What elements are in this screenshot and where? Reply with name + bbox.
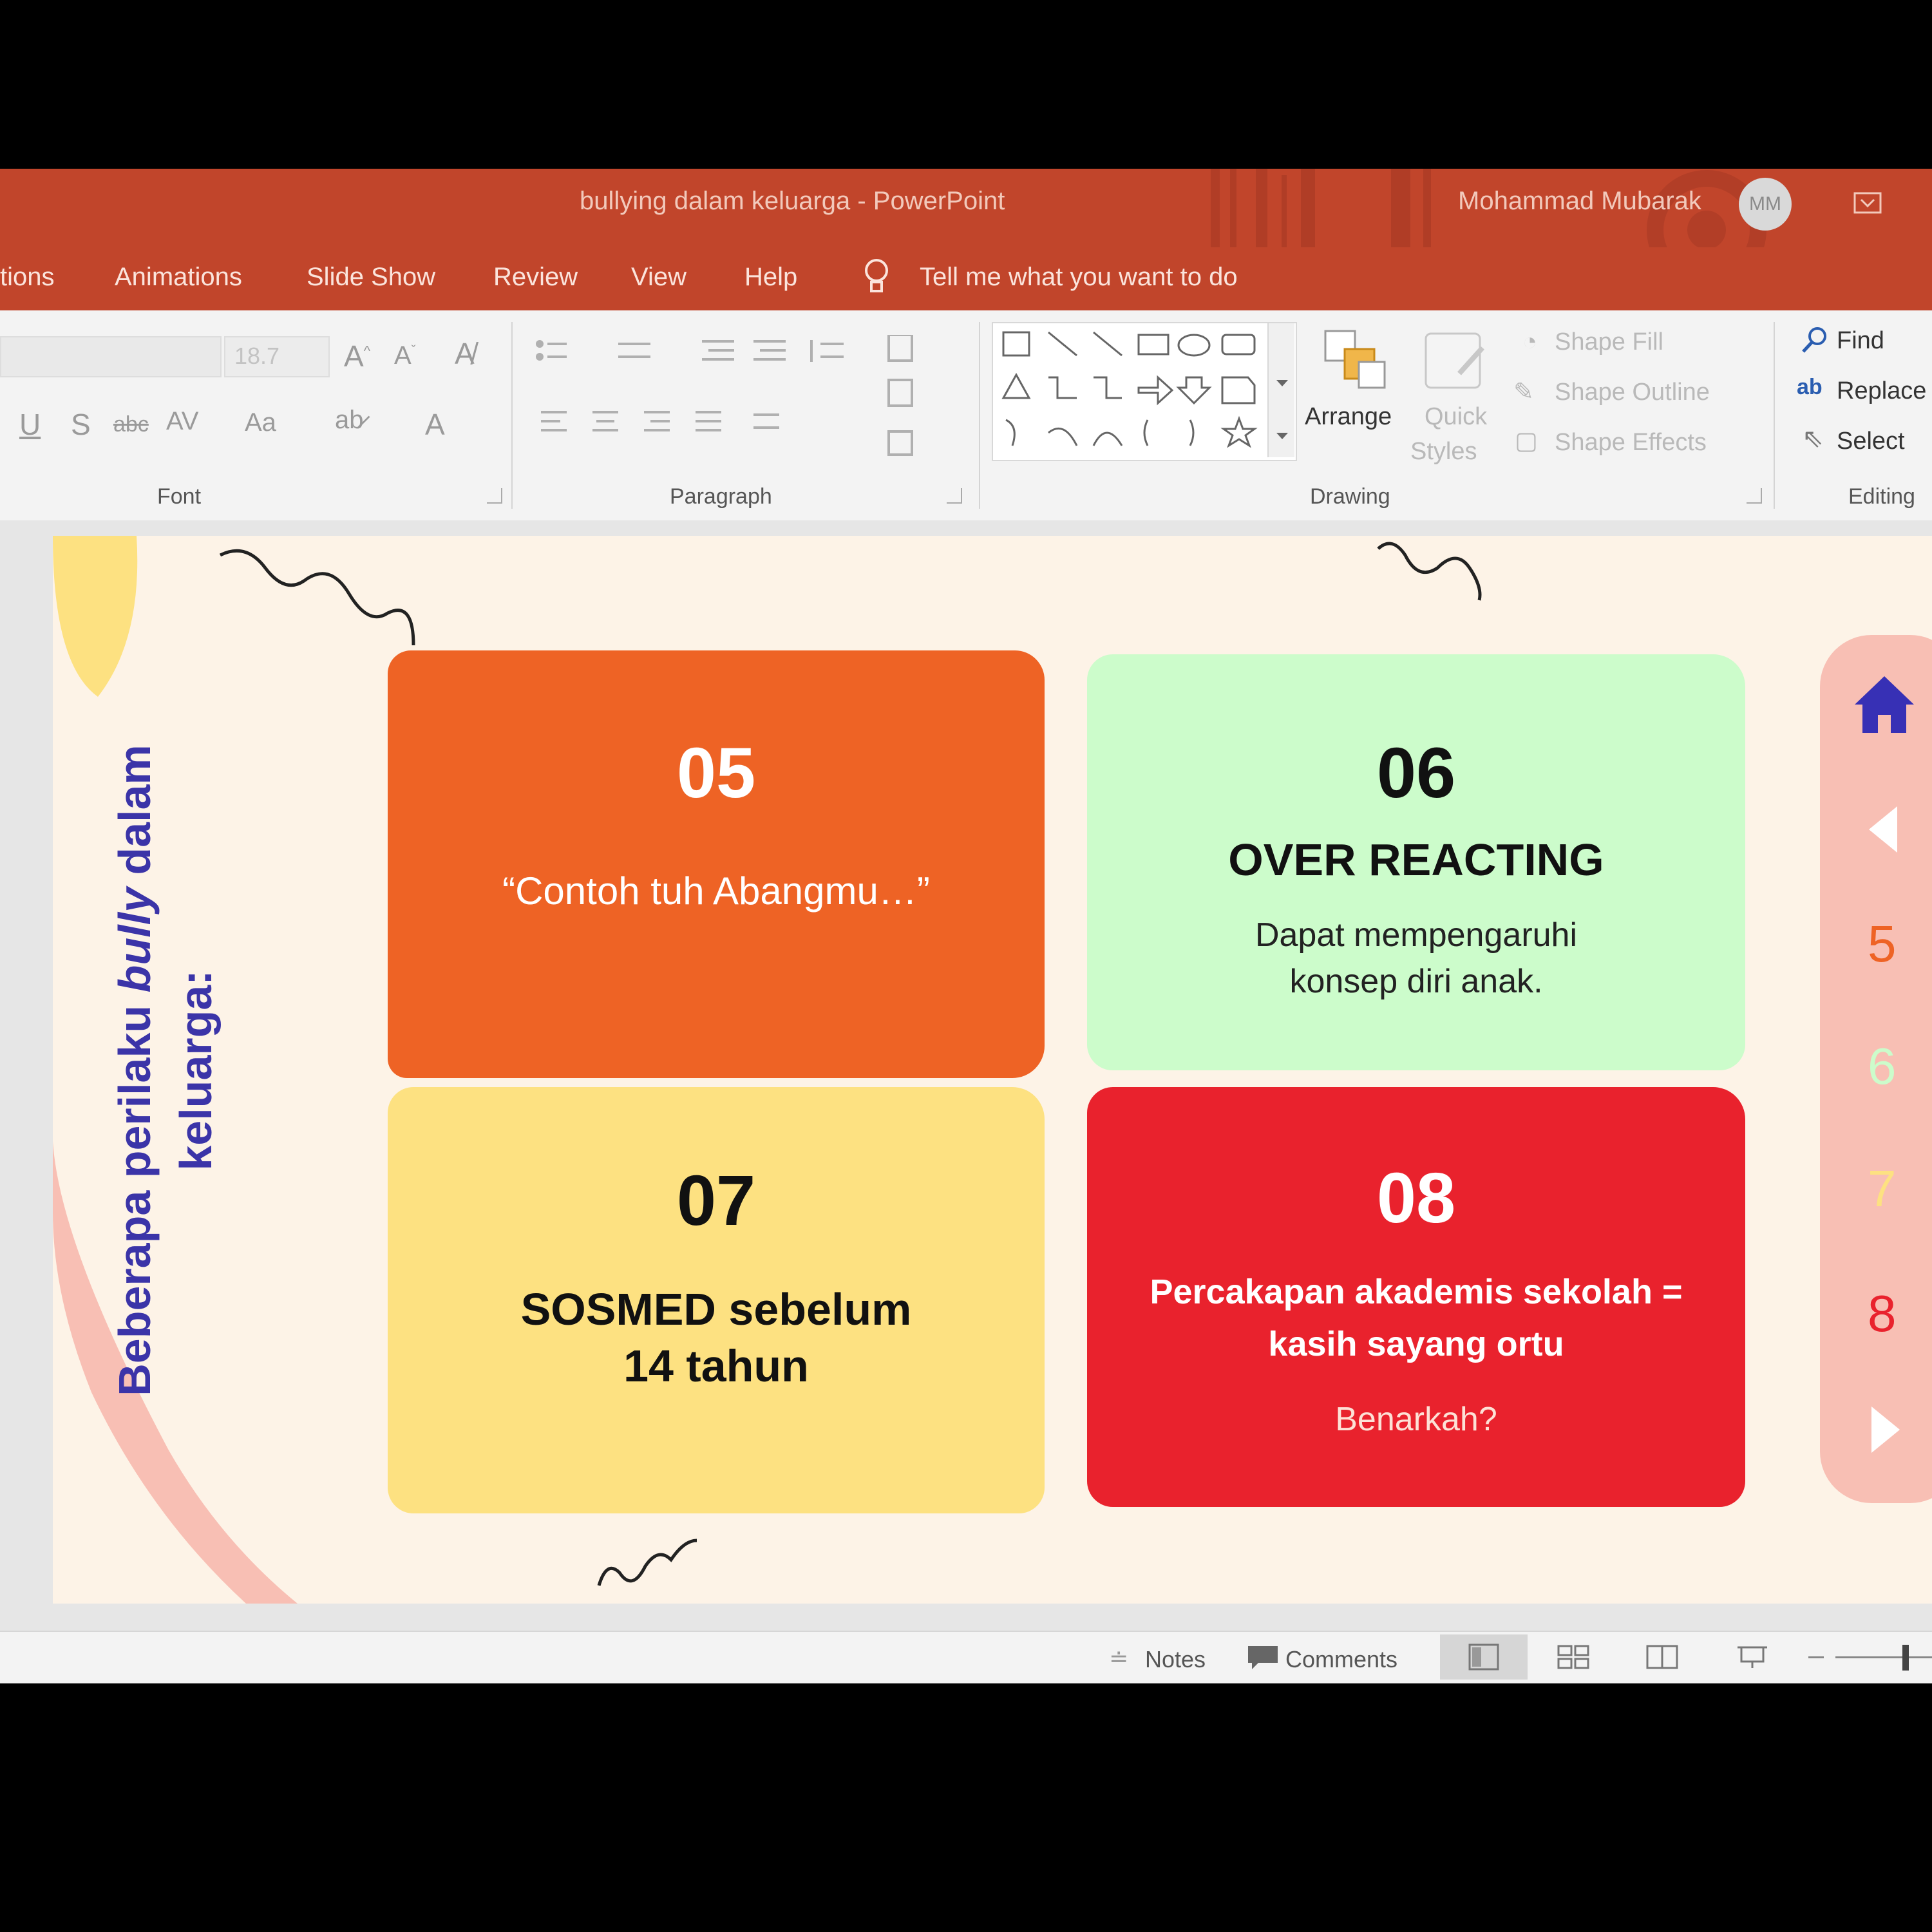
zoom-slider[interactable]	[1835, 1656, 1932, 1658]
window-title: bullying dalam keluarga - PowerPoint	[580, 187, 1005, 215]
shape-effects-icon: ▢	[1515, 428, 1538, 455]
nav-link-5[interactable]: 5	[1868, 914, 1897, 974]
tab-animations[interactable]: Animations	[115, 263, 242, 292]
card-08[interactable]: 08 Percakapan akademis sekolah = kasih s…	[1087, 1087, 1745, 1507]
find-button[interactable]: Find	[1837, 327, 1884, 355]
quick-styles-icon	[1425, 332, 1484, 389]
reading-view-icon[interactable]	[1645, 1643, 1680, 1671]
paint-bucket-icon: ◔	[1522, 328, 1537, 355]
clear-formatting-icon[interactable]: A̸	[455, 336, 475, 371]
drawing-dialog-launcher[interactable]	[1747, 488, 1762, 504]
group-label-editing: Editing	[1848, 484, 1915, 509]
slide-title-line-1: Beberapa perilaku bully dalam	[109, 744, 160, 1396]
card-heading: OVER REACTING	[1228, 835, 1604, 885]
ribbon-separator	[511, 322, 513, 509]
nav-link-8[interactable]: 8	[1868, 1284, 1897, 1343]
shapes-gallery-icons	[1001, 331, 1258, 448]
nav-link-6[interactable]: 6	[1868, 1037, 1897, 1096]
shape-outline-button[interactable]: Shape Outline	[1555, 379, 1710, 406]
shape-effects-button[interactable]: Shape Effects	[1555, 429, 1707, 457]
highlight-icon[interactable]: ab̷	[335, 406, 364, 435]
tab-slide-show[interactable]: Slide Show	[307, 263, 435, 292]
replace-button[interactable]: Replace	[1837, 377, 1926, 405]
tab-transitions[interactable]: tions	[0, 263, 55, 292]
decrease-font-icon[interactable]: Aˇ	[394, 341, 415, 370]
arrange-button[interactable]: Arrange	[1305, 403, 1392, 431]
chevron-down-icon	[1276, 380, 1288, 386]
more-shapes-icon	[1276, 433, 1288, 439]
nav-link-7[interactable]: 7	[1868, 1159, 1897, 1218]
ribbon-separator	[979, 322, 980, 509]
search-icon	[1802, 327, 1826, 353]
font-size-value: 18.7	[234, 343, 280, 369]
underline-icon[interactable]: U	[19, 407, 41, 442]
notes-icon: ≐	[1109, 1645, 1129, 1671]
card-text: “Contoh tuh Abangmu…”	[502, 869, 930, 913]
card-number: 05	[676, 734, 756, 813]
increase-font-icon[interactable]: A^	[344, 339, 370, 374]
slideshow-view-icon[interactable]	[1735, 1643, 1770, 1671]
tab-help[interactable]: Help	[744, 263, 797, 292]
shapes-gallery-scroll[interactable]	[1267, 323, 1294, 457]
font-color-icon[interactable]: A	[425, 407, 445, 442]
text-shadow-icon[interactable]: S	[71, 407, 91, 442]
card-number: 06	[1376, 734, 1456, 813]
avatar[interactable]: MM	[1739, 178, 1792, 231]
shapes-gallery[interactable]	[992, 322, 1297, 461]
card-text: Benarkah?	[1335, 1401, 1497, 1438]
notes-button[interactable]: Notes	[1145, 1646, 1206, 1673]
change-case-icon[interactable]: Aa	[245, 408, 276, 437]
pencil-icon: ✎	[1513, 379, 1534, 406]
status-bar	[0, 1631, 1932, 1683]
card-heading: SOSMED sebelum 14 tahun	[520, 1284, 912, 1391]
replace-icon: ab	[1797, 375, 1823, 399]
font-dialog-launcher[interactable]	[487, 488, 502, 504]
group-label-font: Font	[157, 484, 202, 509]
card-number: 08	[1376, 1159, 1456, 1238]
user-name[interactable]: Mohammad Mubarak	[1458, 187, 1701, 216]
zoom-slider-handle[interactable]	[1902, 1645, 1909, 1671]
strikethrough-icon[interactable]: abc	[113, 412, 149, 437]
card-05[interactable]: 05 “Contoh tuh Abangmu…”	[388, 650, 1045, 1078]
slide-title-line-2: keluarga:	[170, 970, 221, 1171]
arrange-icon	[1324, 330, 1386, 389]
select-button[interactable]: Select	[1837, 428, 1905, 455]
paragraph-dialog-launcher[interactable]	[947, 488, 962, 504]
lightbulb-icon	[865, 259, 888, 292]
ribbon-separator	[1774, 322, 1775, 509]
comment-icon	[1248, 1646, 1278, 1669]
comments-button[interactable]: Comments	[1285, 1646, 1397, 1673]
slide-title: Beberapa perilaku bully dalam keluarga:	[104, 697, 272, 1444]
tab-view[interactable]: View	[631, 263, 687, 292]
previous-slide-icon[interactable]	[1864, 804, 1902, 855]
home-icon[interactable]	[1852, 674, 1917, 735]
group-label-paragraph: Paragraph	[670, 484, 772, 509]
font-name-dropdown[interactable]	[0, 336, 222, 377]
card-07[interactable]: 07 SOSMED sebelum 14 tahun	[388, 1087, 1045, 1513]
paragraph-tools[interactable]	[535, 335, 947, 502]
normal-view-button[interactable]	[1440, 1634, 1528, 1680]
tell-me-search[interactable]: Tell me what you want to do	[920, 263, 1238, 292]
card-06[interactable]: 06 OVER REACTING Dapat mempengaruhi kons…	[1087, 654, 1745, 1070]
card-number: 07	[676, 1161, 756, 1240]
ribbon-display-options-icon[interactable]	[1853, 191, 1882, 215]
next-slide-icon[interactable]	[1866, 1404, 1905, 1455]
quick-styles-label-2[interactable]: Styles	[1410, 438, 1477, 466]
character-spacing-icon[interactable]: AV	[166, 407, 198, 436]
tab-review[interactable]: Review	[493, 263, 578, 292]
font-size-dropdown[interactable]: 18.7	[224, 336, 330, 377]
card-text: Dapat mempengaruhi konsep diri anak.	[1255, 916, 1578, 1001]
zoom-out-button[interactable]	[1808, 1656, 1824, 1658]
group-label-drawing: Drawing	[1310, 484, 1390, 509]
card-heading: Percakapan akademis sekolah = kasih saya…	[1150, 1273, 1683, 1363]
cursor-icon: ⇖	[1802, 424, 1824, 453]
shape-fill-button[interactable]: Shape Fill	[1555, 328, 1663, 356]
slide-sorter-icon[interactable]	[1556, 1643, 1591, 1671]
quick-styles-label-1[interactable]: Quick	[1425, 403, 1487, 431]
normal-view-icon	[1468, 1643, 1499, 1671]
